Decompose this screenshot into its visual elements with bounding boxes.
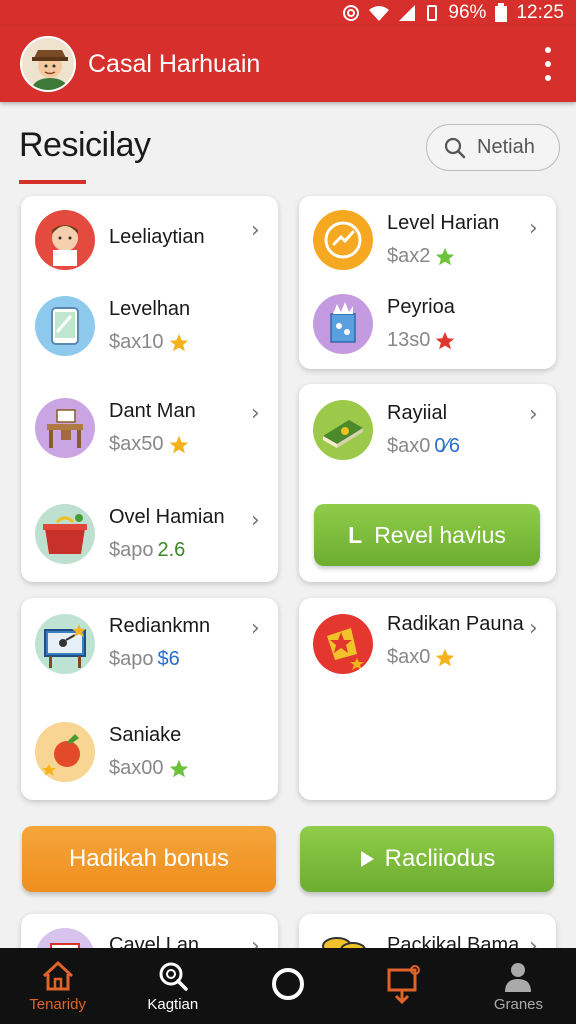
left-card-1: Leeliaytian › Levelhan $ax10 Dant Man $a… [21,196,278,582]
right-card-2: Rayiial $ax0 0⁄6 › L Revel havius [299,384,556,582]
right-card-3: Radikan Pauna $ax0 › [299,598,556,800]
list-item[interactable]: Radikan Pauna $ax0 [313,613,524,674]
play-button-label: Racliiodus [384,845,496,872]
inbox-icon [387,965,421,1004]
chevron-right-icon[interactable]: › [251,616,260,641]
nav-inbox[interactable] [346,948,461,1024]
title-underline [19,180,86,184]
item-price-accent: $6 [157,648,180,670]
item-name: Leeliaytian [109,225,205,248]
home-icon [42,960,73,990]
vibrate-icon [427,5,438,21]
chevron-right-icon[interactable]: › [529,216,538,241]
app-bar: Casal Harhuain [0,26,576,102]
battery-percent: 96% [448,2,487,23]
nav-label: Tenaridy [29,995,86,1013]
list-item[interactable]: Ovel Hamian $apo 2.6 [35,504,225,564]
battery-icon [495,3,508,22]
list-item[interactable]: Peyrioa 13s0 [313,294,456,354]
item-price: $ax2 [387,245,431,267]
list-item[interactable]: Rediankmn $apo $6 [35,614,210,674]
item-price: $apo [109,539,154,561]
item-name: Saniake [109,724,182,746]
signboard-icon [35,614,95,674]
star-icon [169,333,188,351]
book-icon [313,400,373,460]
item-name: Levelhan [109,298,191,320]
chevron-right-icon[interactable]: › [529,616,538,641]
wifi-icon [369,6,390,21]
chevron-right-icon[interactable]: › [251,401,260,426]
star-icon [436,247,455,265]
app-title: Casal Harhuain [88,49,261,78]
item-price: $ax0 [387,435,431,457]
bonus-button[interactable]: Hadikah bonus [22,826,276,892]
nav-home[interactable]: Tenaridy [0,948,115,1024]
bottom-nav: Tenaridy Kagtian Granes [0,948,576,1024]
nav-search[interactable]: Kagtian [115,948,230,1024]
star-icon [169,759,188,777]
page-title: Resicilay [19,126,151,164]
star-icon [436,648,455,666]
list-item[interactable]: Levelhan $ax10 [35,296,190,356]
desk-icon [35,398,95,458]
right-card-1: Level Harian $ax2 › Peyrioa 13s0 [299,196,556,369]
star-icon [436,331,455,349]
item-name: Rediankmn [109,615,211,637]
gift-box-icon [313,294,373,354]
nav-label: Kagtian [147,995,199,1013]
item-name: Level Harian [387,212,500,234]
item-name: Radikan Pauna [387,613,524,635]
item-price: $apo [109,648,154,670]
bonus-button-label: Hadikah bonus [68,845,230,872]
fruit-icon [35,722,95,782]
revel-button[interactable]: L Revel havius [314,504,540,566]
list-item[interactable]: Leeliaytian [35,210,205,270]
clock: 12:25 [516,2,564,23]
location-icon [343,5,360,21]
star-flag-icon [313,614,373,674]
overflow-menu-icon[interactable] [540,44,556,84]
item-price: $ax10 [109,331,164,353]
item-price: $ax00 [109,757,164,779]
list-item[interactable]: Level Harian $ax2 [313,210,499,270]
list-item[interactable]: Saniake $ax00 [35,722,190,782]
star-icon [169,435,188,453]
avatar[interactable] [20,36,76,92]
nav-center[interactable] [230,948,345,1024]
search-icon [159,962,188,991]
boy-avatar-icon [35,210,95,270]
revel-button-label: Revel havius [374,521,506,548]
item-name: Peyrioa [387,296,455,318]
item-price: $ax0 [387,646,431,668]
search-label: Netiah [477,136,535,158]
nav-label: Granes [493,995,544,1013]
status-bar: 96% 12:25 [0,0,576,26]
level-badge-icon [313,210,373,270]
signal-icon [399,5,416,21]
item-name: Ovel Hamian [109,506,225,528]
person-icon [505,962,532,992]
treasure-box-icon [35,504,95,564]
play-button[interactable]: Racliiodus [300,826,554,892]
l-icon: L [348,521,363,548]
item-price: 13s0 [387,329,431,351]
nav-profile[interactable]: Granes [461,948,576,1024]
search-icon [444,137,466,158]
item-price-accent: 2.6 [157,539,186,561]
item-price: $ax50 [109,433,164,455]
tablet-icon [35,296,95,356]
circle-button-icon [272,968,304,1000]
search-button[interactable]: Netiah [426,124,560,171]
chevron-right-icon[interactable]: › [529,402,538,427]
item-name: Dant Man [109,400,196,422]
left-card-2: Rediankmn $apo $6 › Saniake $ax00 [21,598,278,800]
item-price-accent: 0⁄6 [434,435,460,457]
play-icon [360,851,374,867]
list-item[interactable]: Dant Man $ax50 [35,398,196,458]
chevron-right-icon[interactable]: › [251,218,260,243]
item-name: Rayiial [387,402,448,424]
chevron-right-icon[interactable]: › [251,508,260,533]
list-item[interactable]: Rayiial $ax0 0⁄6 [313,400,460,460]
